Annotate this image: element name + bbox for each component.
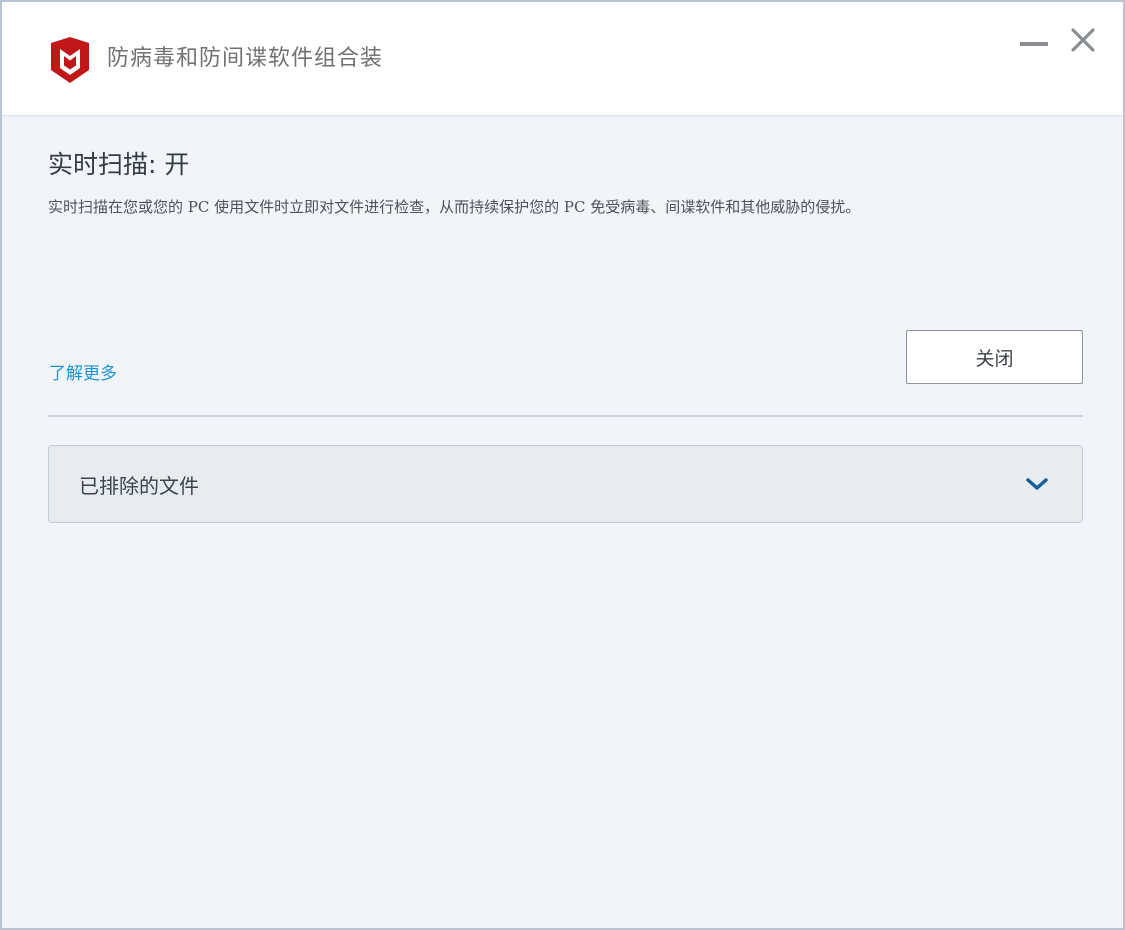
title-bar: 防病毒和防间谍软件组合装: [2, 2, 1123, 116]
close-icon: [1071, 28, 1095, 56]
excluded-files-accordion[interactable]: 已排除的文件: [48, 445, 1083, 523]
excluded-files-label: 已排除的文件: [79, 474, 199, 498]
minimize-icon: [1019, 33, 1049, 52]
scan-status-section: 实时扫描: 开 实时扫描在您或您的 PC 使用文件时立即对文件进行检查，从而持续…: [48, 149, 1081, 217]
chevron-down-icon[interactable]: [1024, 473, 1050, 495]
scan-description: 实时扫描在您或您的 PC 使用文件时立即对文件进行检查，从而持续保护您的 PC …: [48, 198, 861, 216]
divider: [48, 415, 1083, 417]
app-window: 防病毒和防间谍软件组合装 实时扫描: 开 实时扫描在您或您的 PC 使用文件时立…: [0, 0, 1125, 930]
minimize-button[interactable]: [1015, 24, 1053, 60]
page-title: 实时扫描: 开: [48, 150, 190, 179]
close-button[interactable]: 关闭: [906, 330, 1083, 384]
app-title: 防病毒和防间谍软件组合装: [107, 46, 384, 71]
mcafee-logo-icon: [49, 37, 91, 83]
close-window-button[interactable]: [1064, 24, 1102, 60]
learn-more-link[interactable]: 了解更多: [49, 359, 117, 384]
